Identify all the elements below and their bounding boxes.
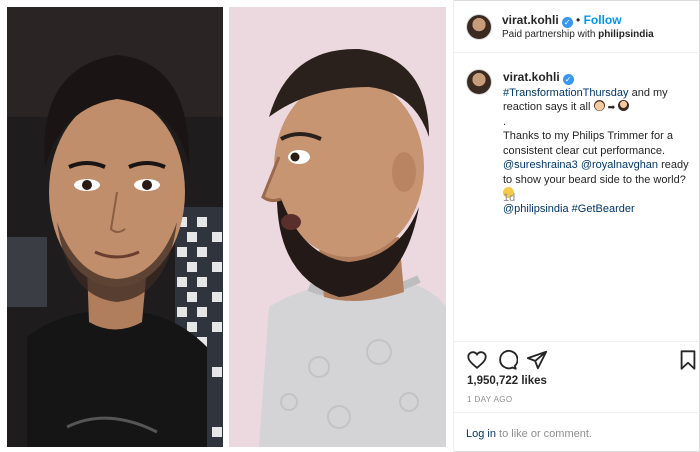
actions-section: 1,950,722 likes 1 DAY AGO Log in to like… [454, 341, 700, 452]
heart-icon[interactable] [466, 349, 488, 371]
before-photo-illustration [7, 7, 223, 447]
bearded-man-emoji-icon [618, 100, 630, 111]
likes-count[interactable]: 1,950,722 likes [467, 375, 547, 387]
post-date[interactable]: 1 DAY AGO [467, 395, 513, 404]
post-media[interactable] [0, 0, 453, 452]
author-avatar[interactable] [467, 15, 491, 39]
post-sidebar: virat.kohli ✓ • Follow Paid partnership w… [453, 0, 700, 452]
login-prompt: Log in to like or comment. [466, 428, 592, 440]
verified-badge-icon: ✓ [561, 17, 573, 28]
caption-body: Thanks to my Philips Trimmer for a consi… [503, 130, 673, 157]
post-header: virat.kohli ✓ • Follow Paid partnership w… [454, 0, 700, 53]
caption-text: virat.kohli ✓ #TransformationThursday and… [503, 70, 695, 216]
man-face-emoji-icon [593, 100, 605, 111]
partnership-prefix: Paid partnership with [502, 29, 599, 40]
caption-section: virat.kohli ✓ #TransformationThursday and… [454, 53, 700, 341]
share-icon[interactable] [526, 349, 548, 371]
before-photo [7, 7, 223, 447]
hashtag-transformation[interactable]: #TransformationThursday [503, 87, 629, 99]
after-photo-illustration [229, 7, 446, 447]
separator-dot: • [576, 13, 584, 27]
caption-dot: . [503, 115, 507, 128]
follow-button[interactable]: Follow [584, 13, 622, 27]
caption-time-ago[interactable]: 1d [503, 192, 515, 204]
partnership-line: Paid partnership with philipsindia [502, 29, 654, 40]
comment-icon[interactable] [496, 349, 518, 371]
mention-philipsindia[interactable]: @philipsindia [503, 203, 569, 215]
mention-sureshraina3[interactable]: @sureshraina3 [503, 159, 578, 171]
caption-author-avatar[interactable] [467, 70, 491, 94]
login-link[interactable]: Log in [466, 428, 496, 440]
partner-link[interactable]: philipsindia [598, 29, 654, 40]
mention-royalnavghan[interactable]: @royalnavghan [581, 159, 658, 171]
author-username[interactable]: virat.kohli [502, 13, 559, 27]
caption-author-username[interactable]: virat.kohli [503, 70, 560, 84]
after-photo [229, 7, 446, 447]
author-line: virat.kohli ✓ • Follow [502, 13, 622, 28]
login-suffix: to like or comment. [495, 428, 592, 440]
caption-verified-badge-icon: ✓ [562, 74, 574, 85]
hashtag-getbearder[interactable]: #GetBearder [572, 203, 635, 215]
login-bar: Log in to like or comment. [454, 412, 700, 452]
bookmark-icon[interactable] [677, 349, 699, 371]
arrow-right-emoji-icon: ➡ [607, 102, 616, 112]
